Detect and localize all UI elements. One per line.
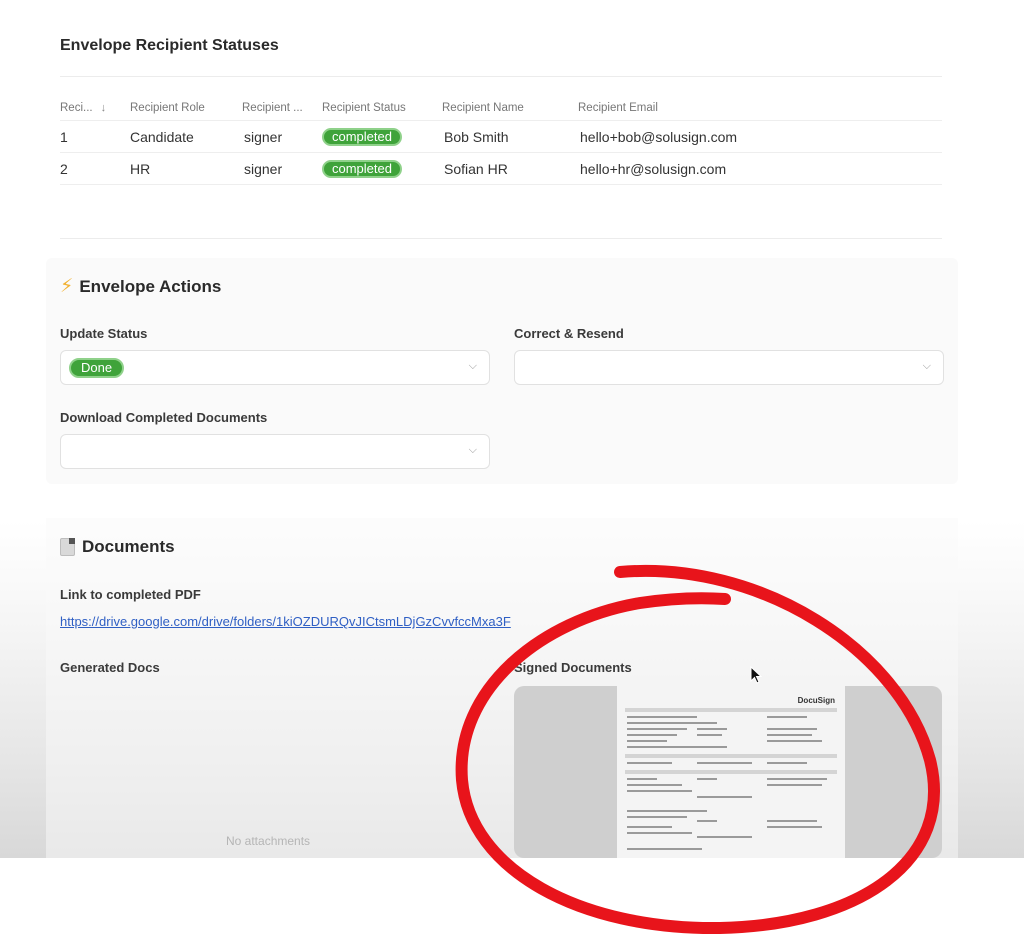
column-header-role[interactable]: Recipient Role <box>130 95 205 120</box>
documents-title: Documents <box>60 537 175 557</box>
thumbnail-text-line <box>767 826 822 828</box>
update-status-label: Update Status <box>60 326 148 341</box>
thumbnail-section-bar <box>625 754 837 758</box>
thumbnail-text-line <box>627 746 727 748</box>
thumbnail-text-line <box>767 762 807 764</box>
thumbnail-text-line <box>697 778 717 780</box>
document-icon <box>60 538 75 556</box>
sort-arrow-down-icon[interactable]: ↓ <box>101 102 107 114</box>
update-status-select[interactable]: Done ⌵ <box>60 350 490 385</box>
thumbnail-text-line <box>767 778 827 780</box>
thumbnail-text-line <box>627 816 687 818</box>
recipient-email: hello+bob@solusign.com <box>580 128 738 145</box>
recipient-number: 1 <box>60 128 68 145</box>
thumbnail-text-line <box>767 740 822 742</box>
correct-resend-label: Correct & Resend <box>514 326 624 341</box>
table-header: Reci... ↓ Recipient Role Recipient ... R… <box>60 95 942 121</box>
thumbnail-text-line <box>627 790 692 792</box>
chevron-down-icon: ⌵ <box>468 444 477 456</box>
envelope-actions-title: ⚡ Envelope Actions <box>60 276 222 297</box>
thumbnail-section-bar <box>625 708 837 712</box>
correct-resend-select[interactable]: ⌵ <box>514 350 944 385</box>
thumbnail-text-line <box>627 784 682 786</box>
recipient-email: hello+hr@solusign.com <box>580 160 727 177</box>
generated-docs-label: Generated Docs <box>60 660 160 675</box>
table-row[interactable]: 2 HR signer completed Sofian HR hello+hr… <box>60 153 942 185</box>
envelope-detail-page: Envelope Recipient Statuses Reci... ↓ Re… <box>0 0 1024 858</box>
divider <box>60 238 942 239</box>
thumbnail-text-line <box>767 716 807 718</box>
recipient-number: 2 <box>60 160 68 177</box>
divider <box>60 76 942 77</box>
recipient-role: HR <box>130 160 151 177</box>
thumbnail-text-line <box>767 784 822 786</box>
thumbnail-text-line <box>627 826 672 828</box>
recipient-type: signer <box>244 128 283 145</box>
thumbnail-text-line <box>697 734 722 736</box>
thumbnail-text-line <box>627 832 692 834</box>
chevron-down-icon: ⌵ <box>922 360 931 372</box>
completed-pdf-link[interactable]: https://drive.google.com/drive/folders/1… <box>60 614 550 629</box>
thumbnail-text-line <box>697 762 752 764</box>
signed-document-thumbnail: DocuSign <box>617 686 845 858</box>
mouse-cursor-icon <box>750 666 762 684</box>
thumbnail-text-line <box>627 810 707 812</box>
thumbnail-text-line <box>627 734 677 736</box>
recipient-statuses-title: Envelope Recipient Statuses <box>60 37 279 54</box>
thumbnail-text-line <box>697 820 717 822</box>
table-row[interactable]: 1 Candidate signer completed Bob Smith h… <box>60 121 942 153</box>
docusign-brand-text: DocuSign <box>797 696 835 705</box>
thumbnail-text-line <box>627 728 687 730</box>
thumbnail-text-line <box>767 820 817 822</box>
column-header-type[interactable]: Recipient ... <box>242 95 303 120</box>
column-header-status[interactable]: Recipient Status <box>322 95 406 120</box>
lightning-icon: ⚡ <box>60 276 74 297</box>
signed-documents-label: Signed Documents <box>514 660 632 675</box>
thumbnail-text-line <box>697 728 727 730</box>
signed-document-preview[interactable]: DocuSign <box>514 686 942 858</box>
status-badge: completed <box>322 127 402 146</box>
download-documents-label: Download Completed Documents <box>60 410 268 425</box>
column-header-name[interactable]: Recipient Name <box>442 95 524 120</box>
status-value-badge: Done <box>69 357 125 378</box>
no-attachments-text: No attachments <box>226 834 311 848</box>
thumbnail-text-line <box>627 722 717 724</box>
thumbnail-text-line <box>767 734 812 736</box>
recipient-role: Candidate <box>130 128 194 145</box>
thumbnail-text-line <box>627 778 657 780</box>
thumbnail-section-bar <box>625 770 837 774</box>
column-header-email[interactable]: Recipient Email <box>578 95 658 120</box>
recipient-type: signer <box>244 160 283 177</box>
recipient-name: Bob Smith <box>444 128 509 145</box>
status-badge: completed <box>322 159 402 178</box>
thumbnail-text-line <box>627 740 667 742</box>
download-documents-select[interactable]: ⌵ <box>60 434 490 469</box>
thumbnail-text-line <box>697 836 752 838</box>
thumbnail-text-line <box>627 716 697 718</box>
column-header-number[interactable]: Reci... ↓ <box>60 95 106 120</box>
chevron-down-icon: ⌵ <box>468 360 477 372</box>
thumbnail-text-line <box>767 728 817 730</box>
recipients-table: Reci... ↓ Recipient Role Recipient ... R… <box>60 95 942 185</box>
thumbnail-text-line <box>627 848 702 850</box>
thumbnail-text-line <box>697 796 752 798</box>
thumbnail-text-line <box>627 762 672 764</box>
completed-pdf-label: Link to completed PDF <box>60 587 201 602</box>
recipient-name: Sofian HR <box>444 160 508 177</box>
